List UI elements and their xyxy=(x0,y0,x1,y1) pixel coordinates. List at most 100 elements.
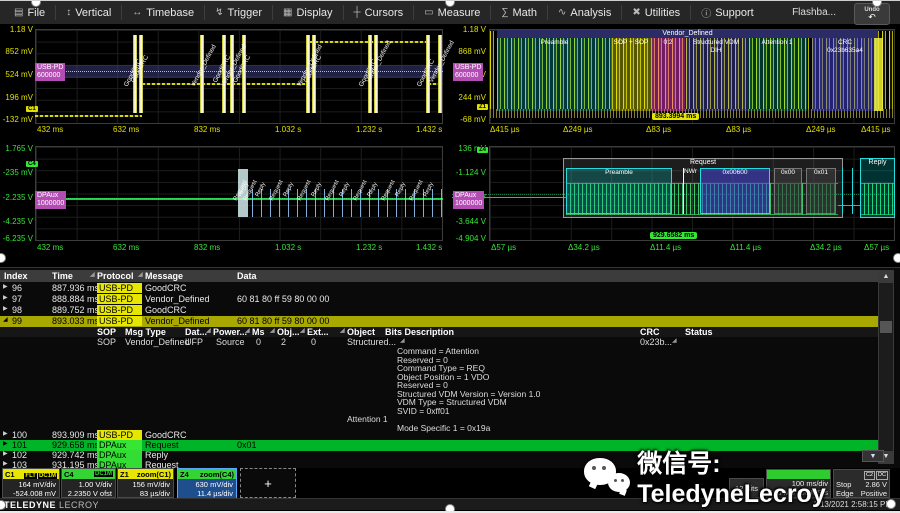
selection-handle[interactable] xyxy=(886,499,896,509)
table-header: Index Time ◢ Protocol ◢ Message Data xyxy=(0,270,878,282)
expand-icon[interactable]: ▶ xyxy=(3,283,8,290)
table-row[interactable]: ▶ 98 889.752 ms USB-PD GoodCRC xyxy=(0,305,878,316)
z1-segment-label: Preamble xyxy=(498,39,611,46)
descriptor-c4[interactable]: C4 DC1M 1.00 V/div 2.2350 V ofst xyxy=(61,468,116,498)
time-per-div: 11.4 µs/div xyxy=(197,489,233,498)
menu-math-label: Math xyxy=(513,7,537,19)
cell-time: 929.658 ms xyxy=(52,440,99,450)
undo-button[interactable]: Undo ↶ xyxy=(854,3,890,25)
val-crc: 0x23b... xyxy=(640,337,672,347)
scroll-up-icon[interactable]: ▲ xyxy=(879,271,893,283)
z1-trace-badge[interactable]: Z1 xyxy=(477,104,488,110)
expand-icon[interactable]: ▶ xyxy=(3,294,8,301)
expand-icon[interactable]: ▶ xyxy=(3,430,8,437)
c4-y-label: -6.235 V xyxy=(0,234,33,243)
z1-y-label: -68 mV xyxy=(453,115,486,124)
z4-protocol-badge[interactable]: DPAux 1000000 xyxy=(453,191,484,209)
z1-segment-preamble: Preamble xyxy=(497,38,611,111)
z1-y-label: 244 mV xyxy=(453,93,486,102)
col-data[interactable]: Data xyxy=(237,271,257,281)
descriptor-z1[interactable]: Z1 zoom(C1) 156 mV/div 83 µs/div xyxy=(117,468,174,498)
menu-math[interactable]: ∑Math xyxy=(493,2,545,24)
expand-icon[interactable]: ▶ xyxy=(3,450,8,457)
filter-icon[interactable]: ◢ xyxy=(340,327,345,334)
table-row[interactable]: ▶ 97 888.884 ms USB-PD Vendor_Defined 60… xyxy=(0,294,878,305)
c4-protocol-badge[interactable]: DPAux 1000000 xyxy=(35,191,66,209)
add-trace-button[interactable]: + xyxy=(240,468,296,498)
menu-separator xyxy=(621,5,622,20)
menu-timebase[interactable]: ↔Timebase xyxy=(124,2,202,24)
c1-y-label: 524 mV xyxy=(0,70,33,79)
col-index[interactable]: Index xyxy=(4,271,28,281)
c1-x-label: 1.432 s xyxy=(416,125,442,134)
menu-analysis[interactable]: ∿Analysis xyxy=(550,2,619,24)
descriptor-z4[interactable]: Z4 zoom(C4) 630 mV/div 11.4 µs/div xyxy=(177,468,237,498)
zoom-source: zoom(C1) xyxy=(137,470,171,479)
c4-x-label: 1.432 s xyxy=(416,243,442,252)
z1-end-bar xyxy=(874,38,883,111)
z1-protocol-name: USB-PD xyxy=(455,64,481,71)
menu-support[interactable]: ⓘSupport xyxy=(693,2,762,24)
selection-handle[interactable] xyxy=(445,504,455,513)
cell-index: 96 xyxy=(12,283,22,293)
col-message[interactable]: Message xyxy=(145,271,183,281)
z4-protocol-rate: 1000000 xyxy=(455,200,482,207)
c1-y-label: -132 mV xyxy=(0,115,33,124)
val-obj: 2 xyxy=(281,337,286,347)
dropdown-icon[interactable]: ◢ xyxy=(400,337,405,344)
selection-handle[interactable] xyxy=(893,253,900,263)
z4-segment-label: Preamble xyxy=(605,169,633,176)
descriptor-z1-body: 156 mV/div 83 µs/div xyxy=(118,479,173,498)
subcol-power: Power... xyxy=(213,327,247,337)
c1-trace-badge[interactable]: C1 xyxy=(26,106,38,112)
table-row[interactable]: ▶ 96 887.936 ms USB-PD GoodCRC xyxy=(0,283,878,294)
cell-data: 60 81 80 ff 59 80 00 00 xyxy=(237,316,329,326)
col-time[interactable]: Time xyxy=(52,271,73,281)
selection-handle[interactable] xyxy=(0,253,6,263)
filter-icon[interactable]: ◢ xyxy=(138,271,143,278)
table-scrollbar[interactable]: ▲ ▼ xyxy=(878,270,894,464)
menu-display[interactable]: ▦Display xyxy=(275,2,341,24)
dropdown-icon[interactable]: ◢ xyxy=(672,337,677,344)
menu-separator xyxy=(690,5,691,20)
filter-icon[interactable]: ◢ xyxy=(270,327,275,334)
filter-icon[interactable]: ◢ xyxy=(90,271,95,278)
wechat-watermark: 微信号: TeledyneLecroy xyxy=(584,444,900,509)
c1-protocol-badge[interactable]: USB-PD 600000 xyxy=(35,63,65,81)
cell-index: 100 xyxy=(12,430,27,440)
c4-trace-badge[interactable]: C4 xyxy=(26,161,38,167)
expand-icon[interactable]: ▶ xyxy=(3,460,8,467)
menu-trigger[interactable]: ↯Trigger xyxy=(207,2,270,24)
filter-icon[interactable]: ◢ xyxy=(206,327,211,334)
expand-icon[interactable]: ▶ xyxy=(3,440,8,447)
cell-message: GoodCRC xyxy=(145,283,187,293)
z1-x-label: Δ249 µs xyxy=(563,125,593,134)
filter-icon[interactable]: ◢ xyxy=(245,327,250,334)
expand-icon[interactable]: ▶ xyxy=(3,305,8,312)
col-protocol[interactable]: Protocol xyxy=(97,271,134,281)
menu-utilities-label: Utilities xyxy=(645,7,680,19)
menu-vertical[interactable]: ↕Vertical xyxy=(58,2,119,24)
z4-group-label: Request xyxy=(690,159,716,166)
z1-protocol-badge[interactable]: USB-PD 600000 xyxy=(453,63,483,81)
val-object: Structured... xyxy=(347,337,396,347)
z4-trace-badge[interactable]: Z4 xyxy=(477,147,488,153)
table-row-selected[interactable]: ◢ 99 893.033 ms USB-PD Vendor_Defined 60… xyxy=(0,316,878,327)
menu-utilities[interactable]: ✖Utilities xyxy=(624,2,688,24)
c4-x-label: 632 ms xyxy=(113,243,139,252)
z4-segment-preamble: Preamble xyxy=(566,168,672,214)
cell-index: 103 xyxy=(12,460,27,468)
descriptor-z1-header: Z1 zoom(C1) xyxy=(118,469,173,479)
descriptor-c1[interactable]: C1 FLTDC1M 164 mV/div -524.008 mV xyxy=(2,468,60,498)
cell-protocol: USB-PD xyxy=(97,430,142,440)
trigger-icon: ↯ xyxy=(215,7,223,18)
menu-timebase-label: Timebase xyxy=(146,7,194,19)
cell-message: Vendor_Defined xyxy=(145,294,210,304)
scrollbar-thumb[interactable] xyxy=(880,321,892,333)
z1-segment-svdm: Structured VDMDIH xyxy=(685,38,747,111)
filter-icon[interactable]: ◢ xyxy=(300,327,305,334)
menu-file[interactable]: ▤File xyxy=(6,2,53,24)
menu-cursors[interactable]: ┼Cursors xyxy=(346,2,412,24)
menu-analysis-label: Analysis xyxy=(570,7,611,19)
collapse-icon[interactable]: ◢ xyxy=(3,316,8,323)
